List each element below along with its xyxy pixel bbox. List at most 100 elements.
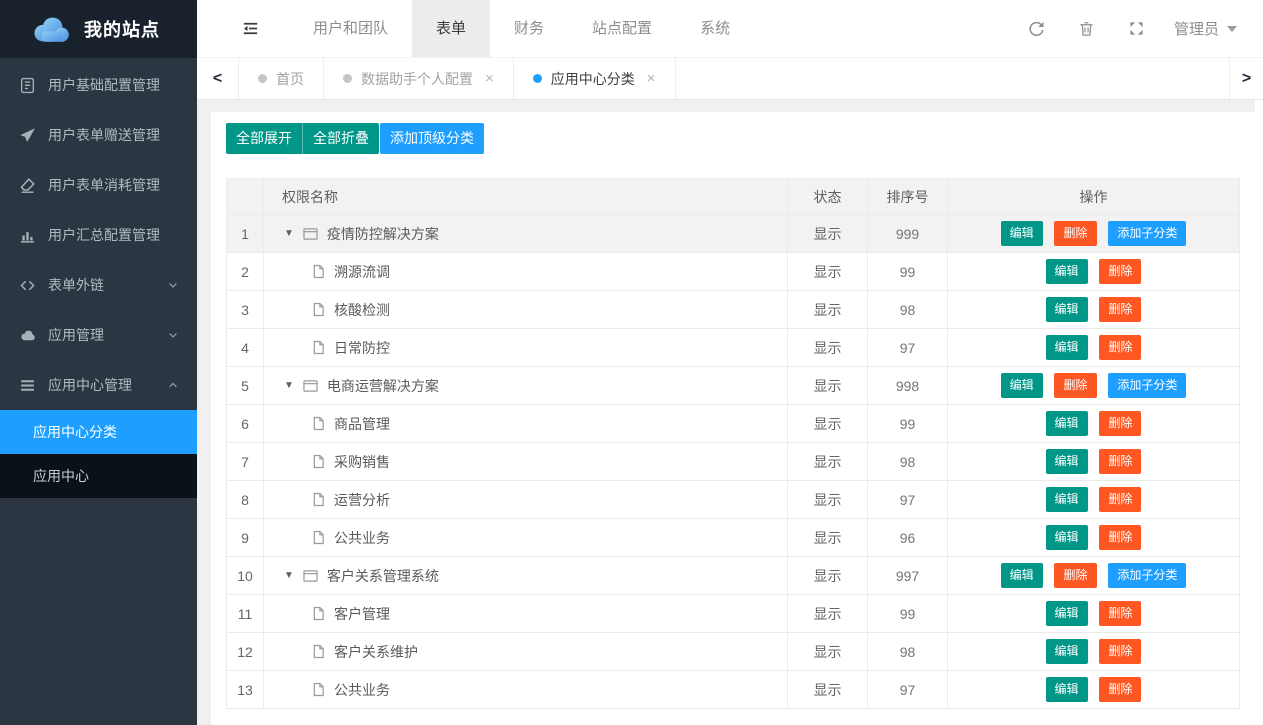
add-child-button[interactable]: 添加子分类 (1108, 563, 1186, 588)
sidebar-item-summary-config[interactable]: 用户汇总配置管理 (0, 210, 197, 260)
sidebar-subitem-app-center[interactable]: 应用中心 (0, 454, 197, 498)
edit-button[interactable]: 编辑 (1046, 601, 1088, 626)
category-table: 权限名称 状态 排序号 操作 1 ▼ 疫情防控解决方案 显示 99 (226, 178, 1240, 709)
sidebar-subitem-label: 应用中心 (33, 466, 89, 486)
table-row: 7 采购销售 显示 98 编辑 删除 (227, 443, 1240, 481)
topnav-item-site-config[interactable]: 站点配置 (568, 0, 676, 57)
edit-button[interactable]: 编辑 (1046, 411, 1088, 436)
trash-button[interactable] (1062, 0, 1112, 58)
add-child-button[interactable]: 添加子分类 (1108, 221, 1186, 246)
sidebar-item-app-center-management[interactable]: 应用中心管理 (0, 360, 197, 410)
row-sort: 997 (868, 557, 948, 595)
delete-button[interactable]: 删除 (1099, 335, 1141, 360)
row-index: 8 (227, 481, 264, 519)
tab-home[interactable]: 首页 (239, 58, 324, 99)
delete-button[interactable]: 删除 (1054, 563, 1096, 588)
name-cell: 运营分析 (264, 490, 787, 510)
edit-button[interactable]: 编辑 (1046, 297, 1088, 322)
delete-button[interactable]: 删除 (1099, 639, 1141, 664)
caret-down-icon[interactable]: ▼ (284, 571, 294, 581)
name-cell: 客户管理 (264, 604, 787, 624)
link-icon (19, 277, 36, 294)
caret-down-icon[interactable]: ▼ (284, 229, 294, 239)
tabs-next-button[interactable]: > (1229, 58, 1263, 99)
table-row: 5 ▼ 电商运营解决方案 显示 998 编辑 删除 添加子分类 (227, 367, 1240, 405)
collapse-all-button[interactable]: 全部折叠 (302, 123, 379, 154)
topnav-item-finance[interactable]: 财务 (490, 0, 568, 57)
sidebar-item-form-gift[interactable]: 用户表单赠送管理 (0, 110, 197, 160)
table-header-row: 权限名称 状态 排序号 操作 (227, 179, 1240, 215)
refresh-icon (1028, 20, 1045, 37)
refresh-button[interactable] (1012, 0, 1062, 58)
indent-collapse-icon (241, 20, 260, 37)
caret-down-icon[interactable]: ▼ (284, 381, 294, 391)
row-actions: 编辑 删除 (948, 519, 1240, 557)
edit-button[interactable]: 编辑 (1046, 259, 1088, 284)
row-sort: 97 (868, 671, 948, 709)
edit-button[interactable]: 编辑 (1046, 639, 1088, 664)
delete-button[interactable]: 删除 (1099, 259, 1141, 284)
site-logo: 我的站点 (0, 0, 197, 58)
delete-button[interactable]: 删除 (1099, 601, 1141, 626)
name-cell: ▼ 客户关系管理系统 (264, 566, 787, 586)
topnav-item-forms[interactable]: 表单 (412, 0, 490, 57)
delete-button[interactable]: 删除 (1099, 677, 1141, 702)
tab-label: 数据助手个人配置 (361, 69, 473, 89)
sidebar-collapse-button[interactable] (239, 18, 261, 40)
edit-button[interactable]: 编辑 (1046, 677, 1088, 702)
bar-chart-icon (19, 227, 36, 244)
sidebar-item-label: 应用管理 (48, 325, 104, 345)
sidebar-item-form-external-link[interactable]: 表单外链 (0, 260, 197, 310)
delete-button[interactable]: 删除 (1099, 487, 1141, 512)
file-icon (312, 340, 325, 355)
delete-button[interactable]: 删除 (1099, 449, 1141, 474)
edit-button[interactable]: 编辑 (1001, 373, 1043, 398)
topbar: 用户和团队 表单 财务 站点配置 系统 (197, 0, 1263, 58)
delete-button[interactable]: 删除 (1054, 373, 1096, 398)
sidebar-item-user-base-config[interactable]: 用户基础配置管理 (0, 60, 197, 110)
caret-down-icon (1227, 26, 1237, 32)
sidebar-item-label: 用户汇总配置管理 (48, 225, 160, 245)
expand-all-button[interactable]: 全部展开 (226, 123, 302, 154)
row-status: 显示 (788, 253, 868, 291)
site-title: 我的站点 (84, 16, 160, 42)
edit-button[interactable]: 编辑 (1046, 525, 1088, 550)
sidebar-item-form-consume[interactable]: 用户表单消耗管理 (0, 160, 197, 210)
sidebar-menu: 用户基础配置管理 用户表单赠送管理 用户表单消耗管理 用户汇总配置管理 (0, 58, 197, 725)
vertical-scrollbar[interactable] (1255, 100, 1263, 725)
table-row: 13 公共业务 显示 97 编辑 删除 (227, 671, 1240, 709)
header-status: 状态 (788, 179, 868, 215)
tabs-prev-button[interactable]: < (197, 58, 239, 99)
sidebar-subitem-app-center-category[interactable]: 应用中心分类 (0, 410, 197, 454)
edit-button[interactable]: 编辑 (1001, 563, 1043, 588)
tab-data-assistant-personal-config[interactable]: 数据助手个人配置 × (324, 58, 514, 99)
delete-button[interactable]: 删除 (1099, 297, 1141, 322)
tab-app-center-category[interactable]: 应用中心分类 × (514, 58, 676, 99)
tab-bar: < 首页 数据助手个人配置 × 应用中心分类 × > (197, 58, 1263, 100)
table-row: 2 溯源流调 显示 99 编辑 删除 (227, 253, 1240, 291)
edit-button[interactable]: 编辑 (1001, 221, 1043, 246)
topnav-item-users-teams[interactable]: 用户和团队 (289, 0, 412, 57)
row-actions: 编辑 删除 (948, 595, 1240, 633)
delete-button[interactable]: 删除 (1099, 525, 1141, 550)
delete-button[interactable]: 删除 (1099, 411, 1141, 436)
name-cell: ▼ 电商运营解决方案 (264, 376, 787, 396)
add-child-button[interactable]: 添加子分类 (1108, 373, 1186, 398)
row-status: 显示 (788, 443, 868, 481)
edit-button[interactable]: 编辑 (1046, 487, 1088, 512)
sidebar-item-app-management[interactable]: 应用管理 (0, 310, 197, 360)
fullscreen-button[interactable] (1112, 0, 1162, 58)
topnav-item-system[interactable]: 系统 (676, 0, 754, 57)
tab-close-icon[interactable]: × (647, 70, 656, 87)
add-top-category-button[interactable]: 添加顶级分类 (380, 123, 484, 154)
file-icon (312, 454, 325, 469)
row-actions: 编辑 删除 (948, 329, 1240, 367)
edit-button[interactable]: 编辑 (1046, 449, 1088, 474)
row-sort: 98 (868, 291, 948, 329)
delete-button[interactable]: 删除 (1054, 221, 1096, 246)
edit-button[interactable]: 编辑 (1046, 335, 1088, 360)
header-name: 权限名称 (264, 179, 788, 215)
sidebar-item-label: 用户表单赠送管理 (48, 125, 160, 145)
user-menu[interactable]: 管理员 (1174, 18, 1237, 39)
tab-close-icon[interactable]: × (485, 70, 494, 87)
